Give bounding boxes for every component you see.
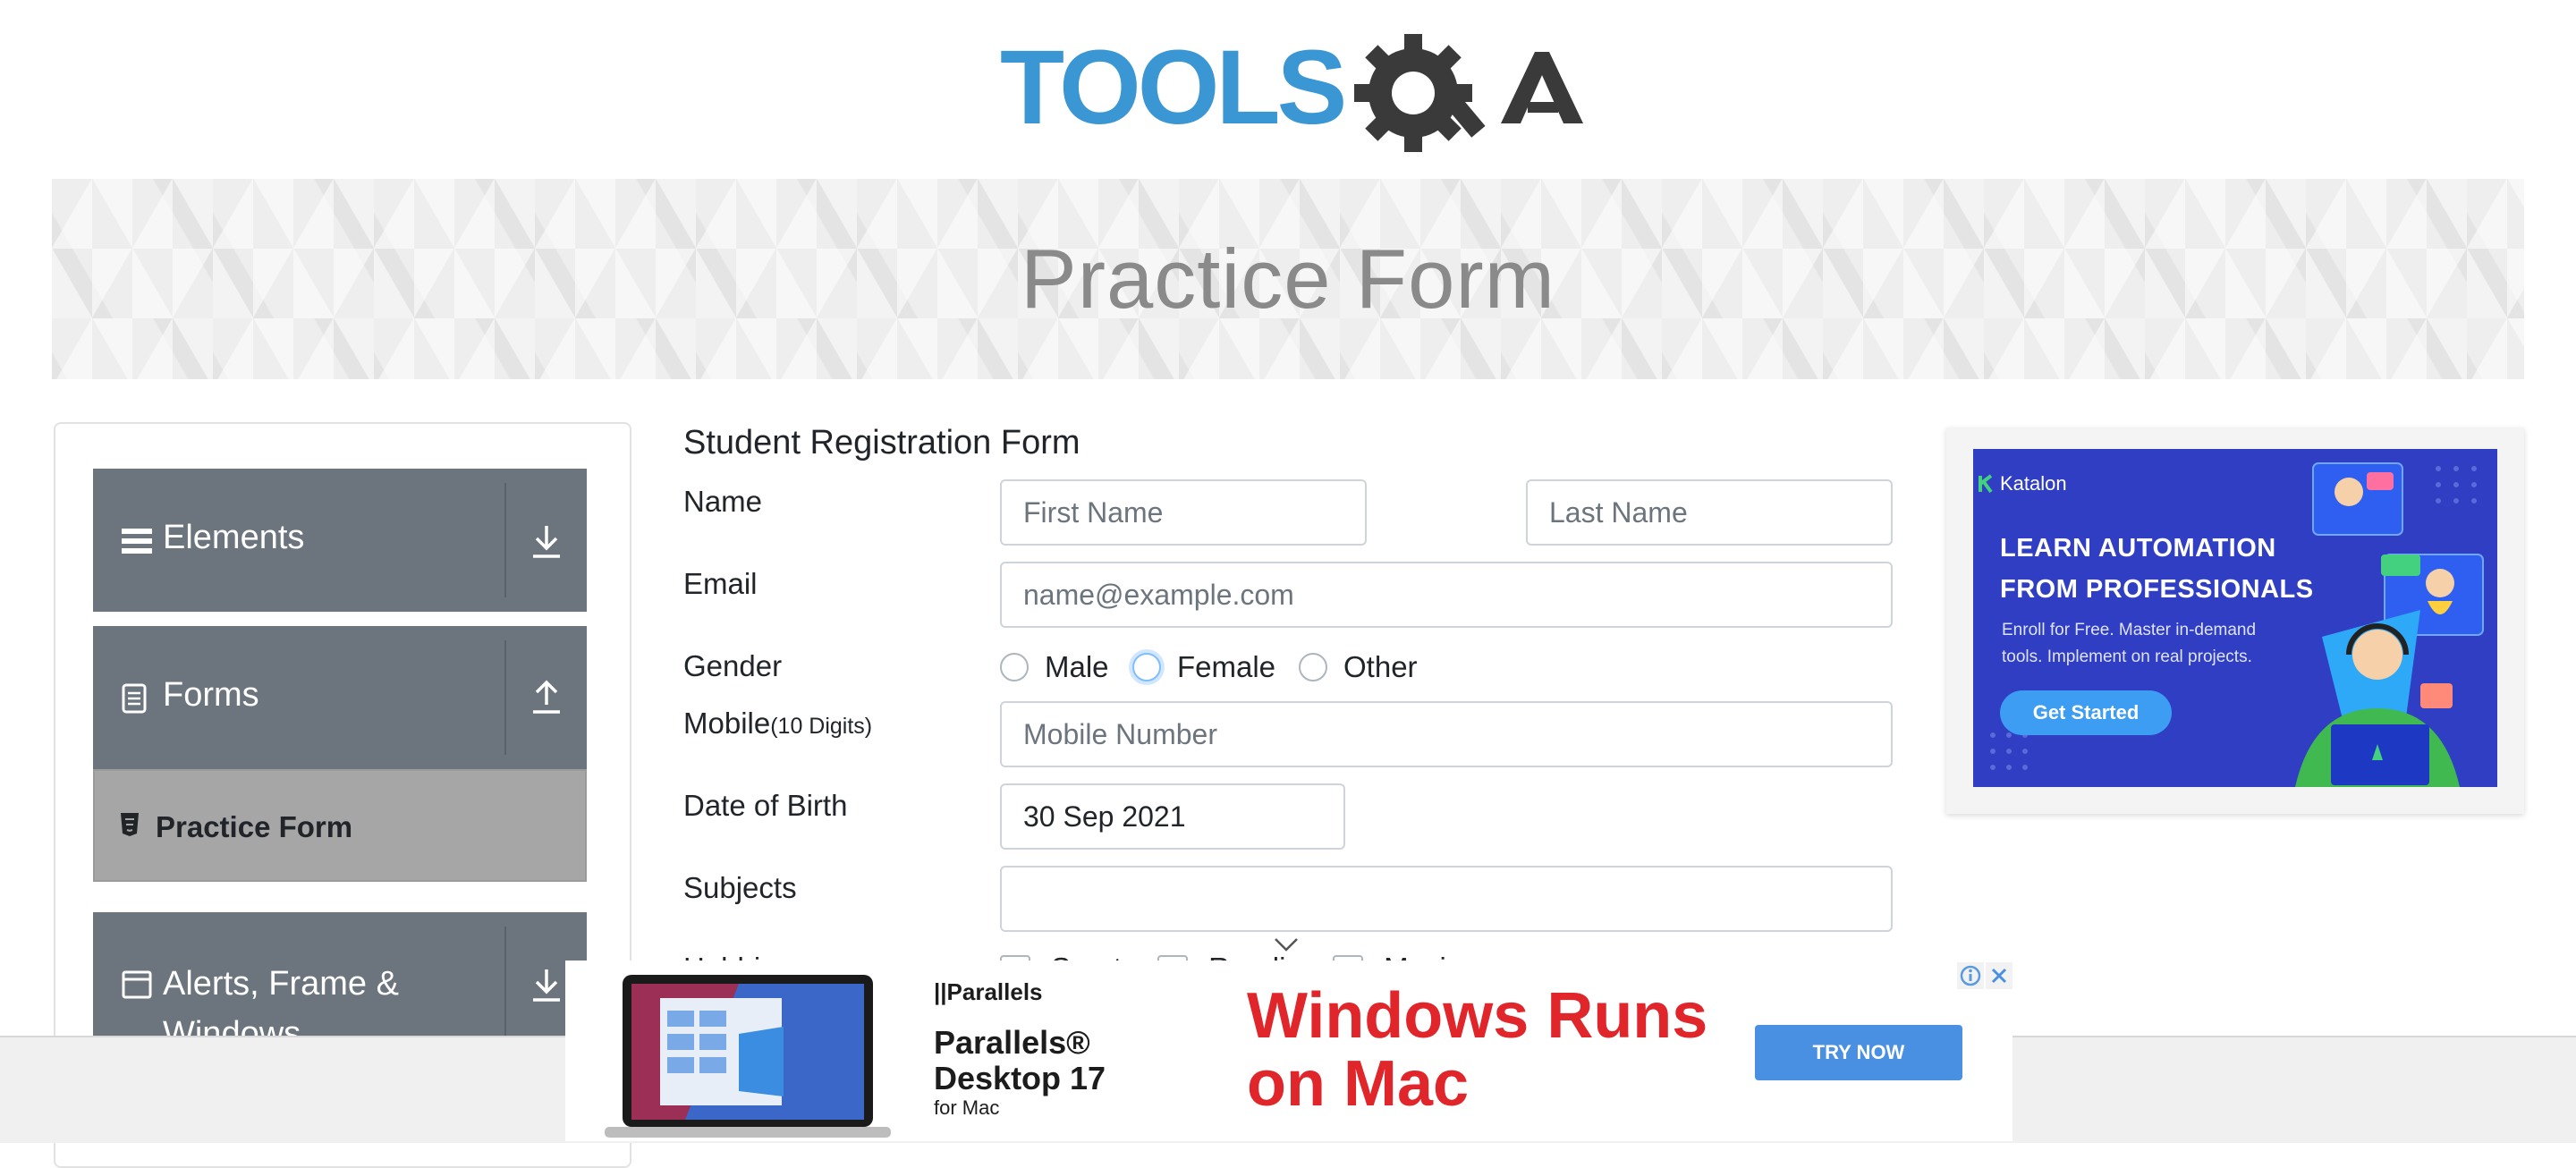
radio-label: Female xyxy=(1177,650,1276,683)
chevron-down-icon[interactable] xyxy=(1274,935,1299,953)
sidebar-group-elements[interactable]: Elements xyxy=(93,469,587,612)
ad-headline: LEARN AUTOMATION FROM PROFESSIONALS xyxy=(2000,534,2314,604)
download-icon[interactable] xyxy=(531,968,562,1003)
mobile-label-text: Mobile xyxy=(683,707,771,740)
adchoices-icon[interactable] xyxy=(1957,962,1984,989)
sidebar-item-practice-form[interactable]: Practice Form xyxy=(93,769,587,882)
html5-icon xyxy=(121,813,139,836)
sidebar-group-label: Elements xyxy=(163,519,305,556)
page-title: Practice Form xyxy=(1021,232,1555,326)
katalon-brand: Katalon xyxy=(2000,472,2067,495)
last-name-input[interactable]: Last Name xyxy=(1526,479,1893,546)
label-line-1: Alerts, Frame & xyxy=(163,965,399,1003)
mobile-input[interactable]: Mobile Number xyxy=(1000,701,1893,767)
radio-circle[interactable] xyxy=(1132,653,1161,681)
ad-subtext: Enroll for Free. Master in-demand tools.… xyxy=(2002,621,2257,666)
parallels-product: Parallels® Desktop 17 xyxy=(934,1024,1106,1096)
svg-text:TOOLS: TOOLS xyxy=(1000,29,1344,147)
email-input[interactable]: name@example.com xyxy=(1000,562,1893,628)
sidebar-group-label: Forms xyxy=(163,676,259,714)
download-icon[interactable] xyxy=(531,524,562,560)
sidebar-item-label: Practice Form xyxy=(156,810,353,843)
katalon-logo-icon xyxy=(1979,474,1993,494)
radio-circle[interactable] xyxy=(1000,653,1029,681)
sidebar-group-forms[interactable]: Forms xyxy=(93,626,587,769)
page-banner: Practice Form xyxy=(52,179,2524,379)
subjects-label: Subjects xyxy=(683,871,797,904)
laptop-image xyxy=(605,975,891,1138)
close-icon[interactable] xyxy=(1986,962,2012,989)
ad-headline: Windows Runs on Mac xyxy=(1247,980,1708,1120)
list-icon xyxy=(122,529,152,554)
first-name-input[interactable]: First Name xyxy=(1000,479,1367,546)
radio-circle[interactable] xyxy=(1299,653,1327,681)
mobile-label: Mobile(10 Digits) xyxy=(683,707,872,741)
toolsqa-logo[interactable]: TOOLS xyxy=(1000,25,1583,166)
radio-label: Male xyxy=(1045,650,1109,683)
try-now-button[interactable]: TRY NOW xyxy=(1755,1025,1962,1080)
gender-radio-female[interactable]: Female xyxy=(1132,649,1275,685)
document-icon xyxy=(122,683,147,714)
dob-label: Date of Birth xyxy=(683,789,848,822)
gender-radio-other[interactable]: Other xyxy=(1299,649,1418,685)
divider xyxy=(504,483,506,597)
form-heading: Student Registration Form xyxy=(683,424,1080,461)
gender-radio-male[interactable]: Male xyxy=(1000,649,1109,685)
email-label: Email xyxy=(683,567,758,600)
parallels-brand: ||Parallels xyxy=(934,978,1043,1005)
get-started-button[interactable]: Get Started xyxy=(2000,690,2172,735)
radio-label: Other xyxy=(1343,650,1418,683)
name-label: Name xyxy=(683,485,763,518)
gender-label: Gender xyxy=(683,649,783,682)
subjects-input[interactable] xyxy=(1000,866,1893,932)
parallels-platform: for Mac xyxy=(934,1096,1000,1119)
window-icon xyxy=(122,970,152,999)
divider xyxy=(504,640,506,755)
mobile-hint: (10 Digits) xyxy=(770,714,873,739)
upload-icon[interactable] xyxy=(531,680,562,715)
dob-input[interactable]: 30 Sep 2021 xyxy=(1000,783,1345,850)
